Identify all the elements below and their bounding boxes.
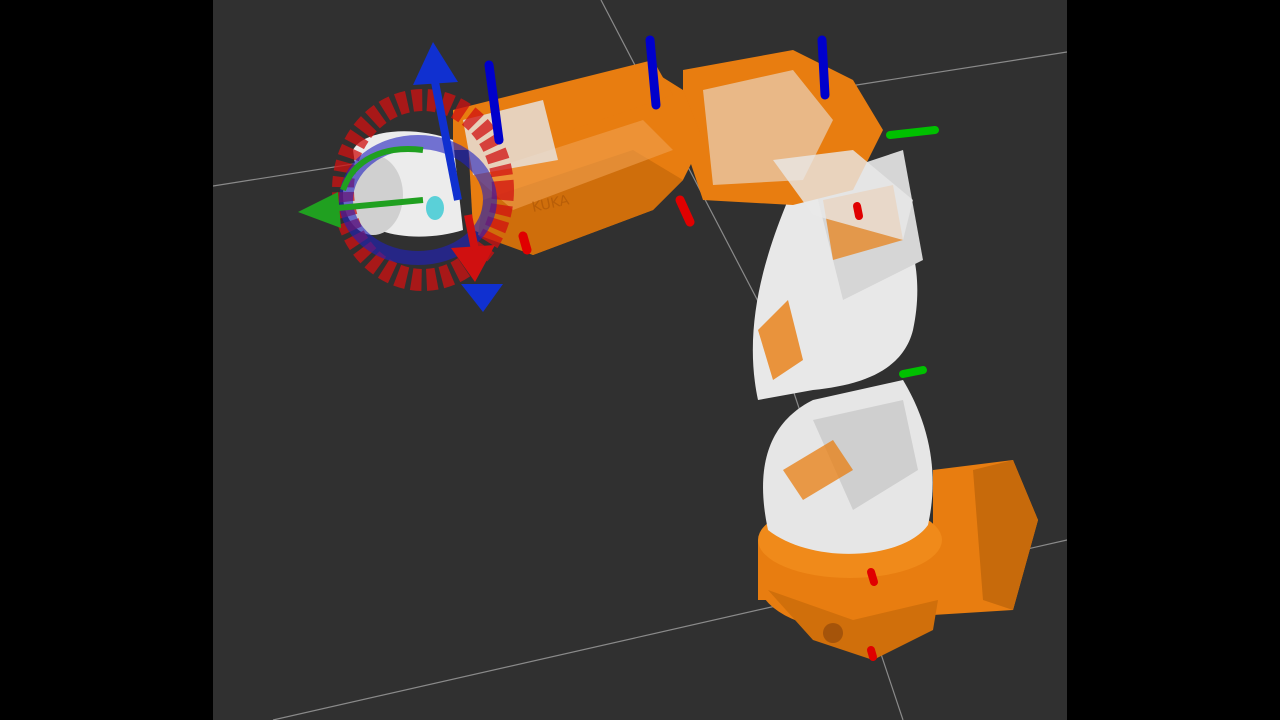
frame-x-axis (675, 195, 695, 227)
frame-z-axis (645, 35, 661, 110)
scene-canvas[interactable]: KUKA (213, 0, 1067, 720)
frame-x-axis (867, 646, 877, 661)
base-bolt-hole (823, 623, 843, 643)
frame-z-axis (817, 35, 830, 100)
frame-x-axis (518, 231, 532, 255)
frame-y-axis (886, 126, 939, 139)
screen: KUKA (0, 0, 1280, 720)
translate-z-up-arrow-icon[interactable] (413, 42, 458, 85)
tool-center-point (426, 196, 444, 220)
frame-x-axis (867, 568, 878, 586)
3d-viewport[interactable]: KUKA (213, 0, 1067, 720)
frame-x-axis (853, 202, 863, 220)
base-motor-side (973, 460, 1038, 610)
frame-y-axis (899, 366, 927, 378)
translate-y-arrow-icon[interactable] (298, 192, 341, 228)
translate-z-down-arrow-icon[interactable] (461, 284, 503, 312)
